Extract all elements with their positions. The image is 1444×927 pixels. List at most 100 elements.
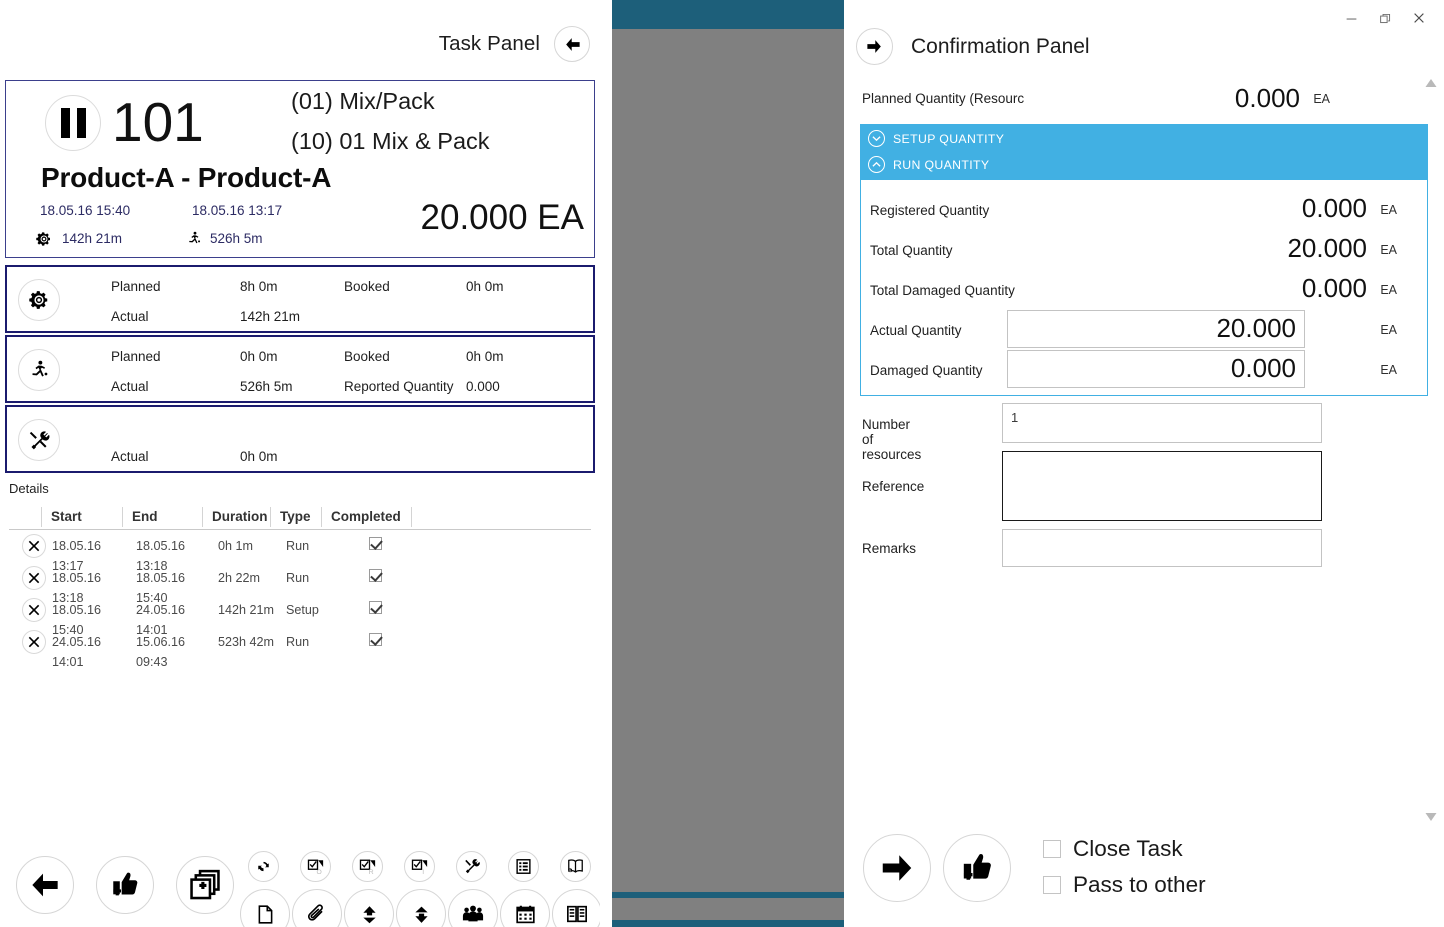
document-icon (255, 904, 276, 925)
proceed-button[interactable] (863, 834, 931, 902)
cell-completed (340, 568, 430, 588)
group-button[interactable] (448, 889, 498, 927)
remarks-input[interactable] (1002, 529, 1322, 567)
confirmation-panel: Confirmation Panel Planned Quantity (Res… (844, 0, 1444, 927)
completed-checkbox[interactable] (369, 633, 382, 646)
scroll-down-button[interactable] (1424, 812, 1440, 828)
details-table: Start End Duration Type Completed 18.05.… (9, 504, 591, 658)
cell-type: Run (286, 536, 340, 556)
job-status-pause-icon (45, 95, 101, 151)
table-row[interactable]: 18.05.16 13:17 18.05.16 13:18 0h 1m Run (9, 530, 591, 562)
col-duration[interactable]: Duration (202, 507, 270, 527)
check-i-button[interactable]: I (404, 851, 435, 882)
confirm-button[interactable] (96, 856, 154, 914)
restore-button[interactable] (1368, 5, 1402, 31)
checklist-r-icon: R (359, 858, 377, 876)
table-row[interactable]: 18.05.16 15:40 24.05.16 14:01 142h 21m S… (9, 594, 591, 626)
tools-button[interactable] (456, 851, 487, 882)
calendar-button[interactable] (500, 889, 550, 927)
document-button[interactable] (240, 889, 290, 927)
quantity-row-total: Total Quantity 20.000 EA (861, 232, 1429, 272)
job-operation-1: (01) Mix/Pack (291, 88, 435, 115)
reference-input[interactable] (1002, 451, 1322, 521)
col-completed[interactable]: Completed (321, 507, 411, 527)
quantity-row-registered: Registered Quantity 0.000 EA (861, 192, 1429, 232)
list-icon (515, 858, 532, 875)
close-button[interactable] (1402, 5, 1436, 31)
damaged-quantity-input[interactable]: 0.000 (1007, 350, 1305, 388)
value-planned: 8h 0m (240, 279, 278, 294)
completed-checkbox[interactable] (369, 601, 382, 614)
minimize-button[interactable] (1334, 5, 1368, 31)
tools-icon (18, 419, 60, 461)
summary-row-tools[interactable]: Actual 0h 0m (5, 405, 595, 473)
background-window-footer (612, 920, 844, 927)
cell-duration: 523h 42m (218, 632, 286, 652)
move-up-button[interactable] (344, 889, 394, 927)
pass-to-other-label: Pass to other (1073, 872, 1206, 898)
table-row[interactable]: 18.05.16 13:18 18.05.16 15:40 2h 22m Run (9, 562, 591, 594)
label: Reference (862, 479, 924, 494)
completed-checkbox[interactable] (369, 537, 382, 550)
job-number: 101 (112, 93, 204, 151)
summary-row-run[interactable]: Planned 0h 0m Booked 0h 0m Actual 526h 5… (5, 335, 595, 403)
label: Total Damaged Quantity (870, 283, 1015, 298)
scroll-up-icon (1424, 78, 1438, 88)
close-task-checkbox[interactable] (1043, 840, 1061, 858)
unit: EA (1380, 363, 1397, 377)
window-controls (1334, 5, 1436, 31)
value-actual: 526h 5m (240, 379, 293, 394)
arrow-left-icon (29, 869, 61, 901)
col-filler (411, 507, 591, 527)
planned-quantity-label: Planned Quantity (Resourc (862, 91, 1024, 106)
run-quantity-label: RUN QUANTITY (893, 158, 989, 172)
confirm-button[interactable] (943, 834, 1011, 902)
x-icon[interactable] (22, 534, 46, 558)
check-o-button[interactable]: O (300, 851, 331, 882)
check-r-button[interactable]: R (352, 851, 383, 882)
col-end[interactable]: End (122, 507, 202, 527)
value-actual: 0h 0m (240, 449, 278, 464)
pass-to-other-checkbox[interactable] (1043, 876, 1061, 894)
col-start[interactable]: Start (41, 507, 122, 527)
label-planned: Planned (111, 279, 161, 294)
label-planned: Planned (111, 349, 161, 364)
move-down-button[interactable] (396, 889, 446, 927)
completed-checkbox[interactable] (369, 569, 382, 582)
number-of-resources-input[interactable]: 1 (1002, 403, 1322, 443)
setup-quantity-toggle[interactable]: SETUP QUANTITY (868, 130, 1004, 147)
col-type[interactable]: Type (270, 507, 321, 527)
refresh-button[interactable] (248, 851, 279, 882)
summary-row-setup[interactable]: Planned 8h 0m Booked 0h 0m Actual 142h 2… (5, 265, 595, 333)
pass-to-other-checkbox-row[interactable]: Pass to other (1043, 872, 1206, 898)
back-button[interactable] (16, 856, 74, 914)
x-icon[interactable] (22, 566, 46, 590)
add-multi-button[interactable] (176, 856, 234, 914)
chevron-down-icon (868, 130, 885, 147)
gear-icon (36, 231, 52, 247)
actual-quantity-input[interactable]: 20.000 (1007, 310, 1305, 348)
manual-o-button[interactable]: 0 (560, 851, 591, 882)
table-header-row: Start End Duration Type Completed (9, 504, 591, 530)
close-task-checkbox-row[interactable]: Close Task (1043, 836, 1183, 862)
label-actual: Actual (111, 309, 149, 324)
run-quantity-toggle[interactable]: RUN QUANTITY (868, 156, 989, 173)
up-arrow-icon (359, 904, 380, 925)
job-duration-2: 526h 5m (210, 231, 263, 246)
background-window[interactable] (600, 0, 844, 927)
cell-end: 24.05.16 14:01 (136, 600, 218, 620)
x-icon[interactable] (22, 598, 46, 622)
x-icon[interactable] (22, 630, 46, 654)
attachment-button[interactable] (292, 889, 342, 927)
list-button[interactable] (508, 851, 539, 882)
scroll-up-button[interactable] (1424, 78, 1440, 94)
label-reported-quantity: Reported Quantity (344, 379, 454, 394)
label-booked: Booked (344, 279, 390, 294)
svg-text:0: 0 (569, 868, 572, 874)
table-row[interactable]: 24.05.16 14:01 15.06.16 09:43 523h 42m R… (9, 626, 591, 658)
forward-button[interactable] (856, 28, 893, 65)
cell-start: 18.05.16 13:18 (52, 568, 136, 588)
scroll-down-icon (1424, 812, 1438, 822)
book-button[interactable] (552, 889, 602, 927)
task-panel-back-button[interactable] (554, 26, 590, 62)
